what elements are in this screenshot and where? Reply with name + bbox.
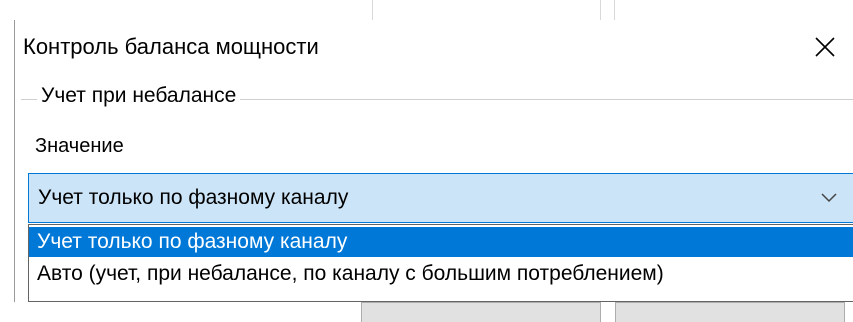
dropdown-option-auto[interactable]: Авто (учет, при небалансе, по каналу с б… bbox=[29, 259, 853, 289]
groupbox-legend: Учет при небалансе bbox=[37, 84, 241, 108]
value-field-label: Значение bbox=[35, 135, 124, 157]
dialog-titlebar[interactable]: Контроль баланса мощности bbox=[15, 20, 853, 74]
background-separator bbox=[600, 0, 601, 20]
obscured-button bbox=[361, 302, 601, 322]
combobox-selected-value: Учет только по фазному каналу bbox=[38, 186, 349, 209]
value-dropdown-list: Учет только по фазному каналу Авто (учет… bbox=[28, 224, 853, 302]
chevron-down-icon[interactable] bbox=[819, 189, 839, 205]
close-x-icon bbox=[815, 37, 835, 57]
dialog-title: Контроль баланса мощности bbox=[23, 34, 319, 59]
background-window-strip bbox=[0, 0, 853, 22]
power-balance-dialog: Контроль баланса мощности Учет при небал… bbox=[14, 20, 853, 322]
close-button[interactable] bbox=[801, 26, 849, 68]
dropdown-option-phase-channel[interactable]: Учет только по фазному каналу bbox=[29, 227, 853, 257]
obscured-button bbox=[615, 302, 845, 322]
value-combobox[interactable]: Учет только по фазному каналу bbox=[28, 173, 853, 223]
background-separator bbox=[372, 0, 373, 20]
background-separator bbox=[614, 0, 615, 20]
